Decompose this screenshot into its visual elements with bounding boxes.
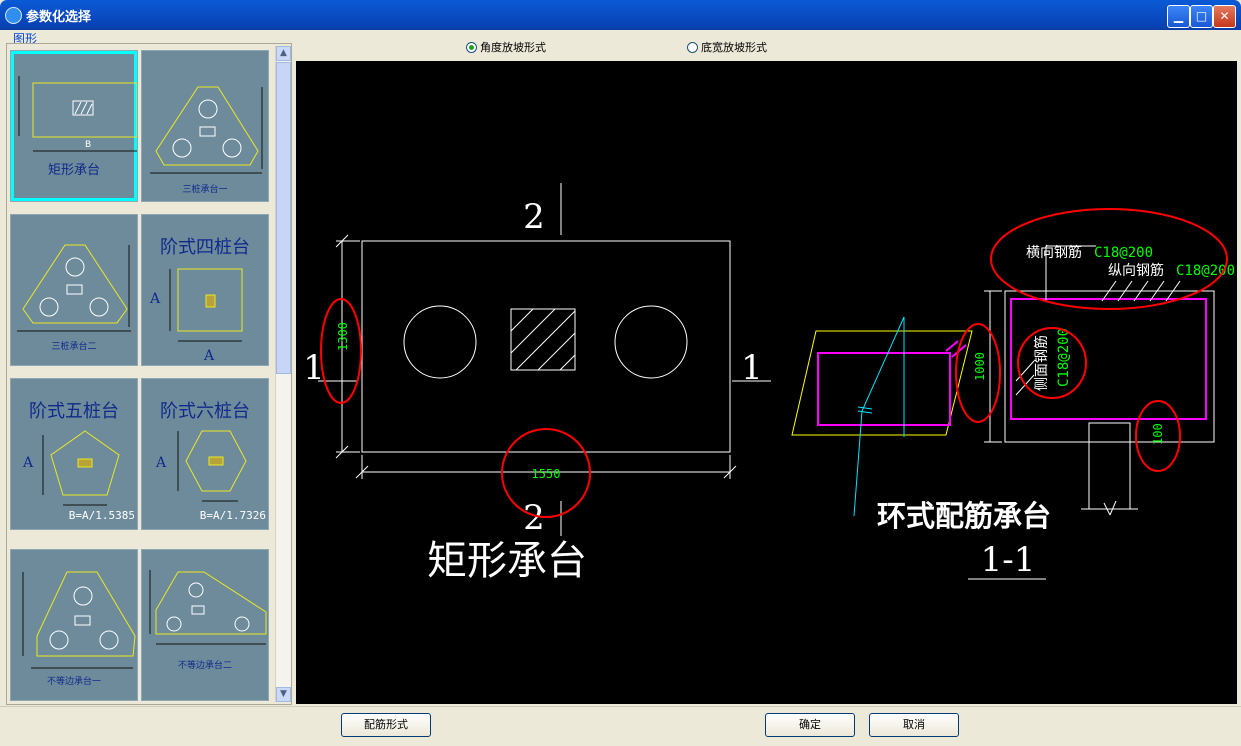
rebar-side-label: 侧面钢筋 [1033,335,1050,391]
rebar-transverse-value: C18@200 [1094,245,1153,261]
close-button[interactable]: ✕ [1213,5,1236,28]
radio-button-unchecked[interactable] [687,42,698,53]
dim-a-label: A [155,455,167,471]
thumb-stepped-five-pile[interactable]: 阶式五桩台 A B=A/1.5385 [10,378,138,530]
dim-section-height-text: 1000 [973,352,987,381]
dim-a-label: A [203,348,215,364]
plan-title: 矩形承台 [427,538,587,584]
scroll-thumb[interactable] [276,62,291,374]
six-pile-icon: A [155,430,247,502]
scroll-down-button[interactable]: ▼ [276,687,291,702]
dim-cover-text: 100 [1151,423,1165,445]
thumb-note: B=A/1.5385 [68,509,135,522]
thumb-label: 不等边承台二 [177,661,232,671]
iso-view: 环式配筋承台 [791,316,1051,533]
radio-label: 角度放坡形式 [480,41,546,54]
radio-label: 底宽放坡形式 [701,41,767,54]
thumb-label: 三桩承台二 [51,342,97,352]
three-pile-cap-icon [150,86,263,174]
thumb-irregular-cap-2[interactable]: 不等边承台二 [141,549,269,701]
plan-view: 1300 1550 2 2 1 1 矩形承台 [303,183,771,584]
cancel-button[interactable]: 取消 [869,713,959,737]
app-icon [5,7,22,24]
cad-drawing: 1300 1550 2 2 1 1 矩形承台 环式配筋承台 1000 100 横… [303,183,1235,584]
radio-width-slope[interactable]: 底宽放坡形式 [687,39,767,55]
rebar-longitudinal-label: 纵向钢筋 [1108,262,1164,279]
thumb-label: 不等边承台一 [46,677,101,687]
dim-height-text: 1300 [336,322,350,351]
thumb-label: 矩形承台 [47,163,100,178]
highlight-annotations [320,208,1228,518]
section-title: 1-1 [981,540,1036,580]
dim-a-label: A [149,291,161,307]
irregular-cap-icon [149,570,267,645]
thumb-stepped-six-pile[interactable]: 阶式六桩台 A B=A/1.7326 [141,378,269,530]
thumb-irregular-cap-1[interactable]: 不等边承台一 [10,549,138,701]
rebar-transverse-label: 横向钢筋 [1026,244,1082,261]
thumb-rect-cap[interactable]: B 矩形承台 [10,50,138,202]
radio-button-checked[interactable] [466,42,477,53]
ok-button[interactable]: 确定 [765,713,855,737]
thumb-stepped-four-pile[interactable]: 阶式四桩台 A A [141,214,269,366]
rebar-form-button[interactable]: 配筋形式 [341,713,431,737]
thumbnail-scrollbar[interactable]: ▲ ▼ [275,46,291,702]
thumbnail-list: B 矩形承台 三桩承台一 三桩承台二 阶式四桩台 A A 阶式五桩台 A B=A… [6,43,292,705]
iso-title: 环式配筋承台 [877,499,1051,533]
rect-cap-icon: B [18,76,137,152]
minimize-button[interactable]: ▁ [1167,5,1190,28]
title-bar: 参数化选择 ▁ □ ✕ [0,0,1241,30]
section-mark-1-right: 1 [741,348,763,388]
thumb-note: B=A/1.7326 [199,509,266,522]
drawing-canvas: 1300 1550 2 2 1 1 矩形承台 环式配筋承台 1000 100 横… [296,61,1237,704]
radio-angle-slope[interactable]: 角度放坡形式 [466,39,546,55]
thumb-three-pile-cap-1[interactable]: 三桩承台一 [141,50,269,202]
dim-b-label: B [85,140,91,150]
thumb-label: 三桩承台一 [182,185,228,195]
window-title: 参数化选择 [26,10,92,25]
maximize-button[interactable]: □ [1190,5,1213,28]
dim-width-text: 1550 [532,467,561,481]
dim-a-label: A [22,455,34,471]
highlight-circle [1017,327,1087,399]
four-pile-icon: A A [149,268,243,364]
thumb-three-pile-cap-2[interactable]: 三桩承台二 [10,214,138,366]
scroll-up-button[interactable]: ▲ [276,46,291,61]
section-mark-2-top: 2 [523,197,545,237]
footer-divider [0,706,1241,707]
five-pile-icon: A [22,430,120,506]
rebar-side-value: C18@200 [1056,328,1072,387]
section-mark-2-bottom: 2 [523,498,545,538]
